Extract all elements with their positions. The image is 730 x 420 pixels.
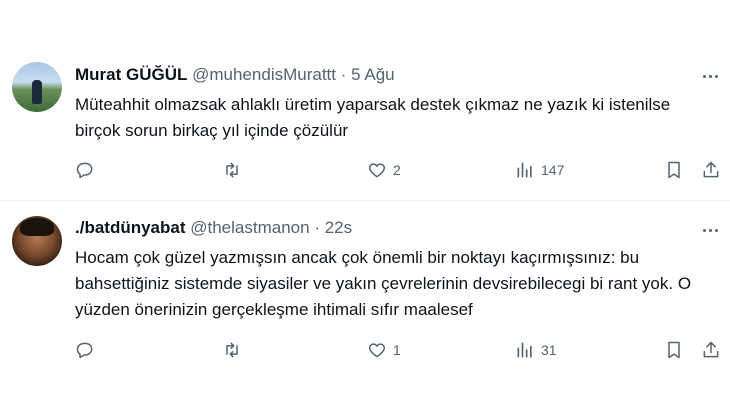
like-icon	[368, 163, 386, 178]
bookmark-icon	[668, 161, 680, 179]
reply-button[interactable]	[75, 340, 95, 360]
share-button[interactable]	[701, 340, 721, 360]
views-count: 31	[541, 342, 557, 358]
retweet-icon	[226, 162, 238, 178]
retweet-icon	[226, 342, 238, 358]
reply-button[interactable]	[75, 160, 95, 180]
retweet-button[interactable]	[222, 340, 242, 360]
like-button[interactable]: 2	[367, 160, 401, 180]
timestamp[interactable]: 5 Ağu	[351, 65, 395, 84]
tweet-header: Murat GÜĞÜL @muhendisMurattt · 5 Ağu	[75, 65, 395, 85]
more-icon[interactable]	[700, 66, 720, 86]
avatar[interactable]	[12, 216, 62, 266]
tweet-actions: 2 147	[75, 160, 725, 184]
separator: ·	[340, 65, 347, 84]
author-name[interactable]: ./batdünyabat	[75, 218, 186, 237]
tweet-text: Hocam çok güzel yazmışsın ancak çok önem…	[75, 248, 692, 319]
reply-icon	[76, 162, 93, 179]
separator: ·	[314, 218, 320, 237]
share-icon	[703, 161, 719, 178]
reply-icon	[76, 342, 93, 359]
views-button[interactable]: 147	[515, 160, 564, 180]
tweet-header: ./batdünyabat @thelastmanon · 22s	[75, 218, 352, 238]
share-button[interactable]	[701, 160, 721, 180]
like-button[interactable]: 1	[367, 340, 401, 360]
bookmark-button[interactable]	[664, 340, 684, 360]
retweet-button[interactable]	[222, 160, 242, 180]
tweet[interactable]: ./batdünyabat @thelastmanon · 22s Hocam …	[0, 201, 730, 420]
avatar[interactable]	[12, 62, 62, 112]
views-button[interactable]: 31	[515, 340, 557, 360]
views-count: 147	[541, 162, 565, 178]
views-icon	[517, 162, 532, 178]
author-handle[interactable]: @thelastmanon	[190, 218, 309, 237]
more-icon[interactable]	[700, 220, 720, 240]
tweet[interactable]: Murat GÜĞÜL @muhendisMurattt · 5 Ağu Müt…	[0, 0, 730, 200]
like-icon	[368, 343, 386, 358]
author-name[interactable]: Murat GÜĞÜL	[75, 65, 187, 84]
timestamp[interactable]: 22s	[325, 218, 352, 237]
tweet-actions: 1 31	[75, 340, 725, 364]
bookmark-button[interactable]	[664, 160, 684, 180]
like-count: 1	[393, 342, 401, 358]
author-handle[interactable]: @muhendisMurattt	[192, 65, 336, 84]
bookmark-icon	[668, 341, 680, 359]
views-icon	[517, 342, 532, 358]
share-icon	[703, 341, 719, 358]
like-count: 2	[393, 162, 401, 178]
tweet-text: Müteahhit olmazsak ahlaklı üretim yapars…	[75, 95, 671, 140]
